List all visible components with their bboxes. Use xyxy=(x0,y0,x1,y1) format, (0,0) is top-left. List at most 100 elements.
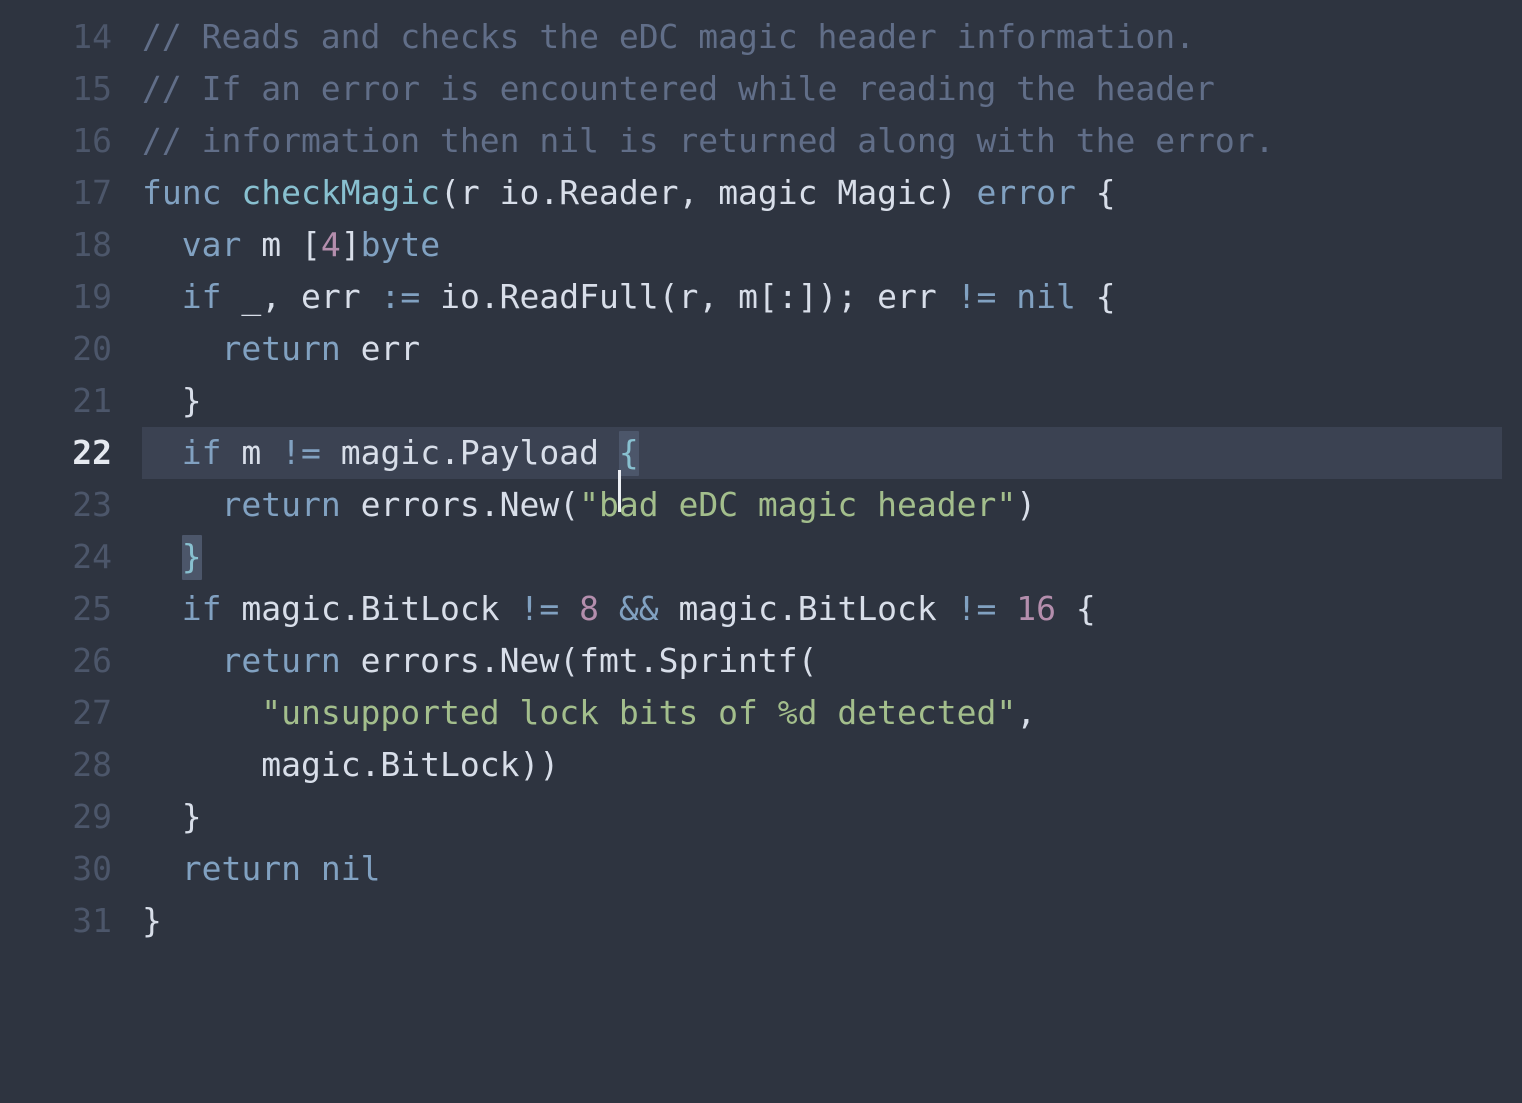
token-field-access: magic.BitLock)) xyxy=(261,745,560,784)
line-number: 29 xyxy=(72,797,112,836)
line-content[interactable]: if _, err := io.ReadFull(r, m[:]); err !… xyxy=(142,271,1116,323)
token-identifier: m xyxy=(241,225,301,264)
line-content[interactable]: return nil xyxy=(142,843,381,895)
line-content[interactable]: "unsupported lock bits of %d detected", xyxy=(142,687,1036,739)
token-comment: // Reads and checks the eDC magic header… xyxy=(142,17,1195,56)
line-number: 26 xyxy=(72,641,112,680)
line-number: 24 xyxy=(72,537,112,576)
token-brace-match-close: } xyxy=(181,535,202,580)
token-rbracket: ] xyxy=(340,225,361,264)
code-line[interactable]: 28 magic.BitLock)) xyxy=(0,739,1522,791)
token-call: errors.New( xyxy=(340,485,580,524)
token-operator-and: && xyxy=(618,589,659,628)
code-line[interactable]: 15 // If an error is encountered while r… xyxy=(0,63,1522,115)
line-number: 18 xyxy=(72,225,112,264)
token-number: 16 xyxy=(1016,589,1057,628)
token-signature: (r io.Reader, magic Magic) xyxy=(440,173,977,212)
code-line[interactable]: 30 return nil xyxy=(0,843,1522,895)
token-comma: , xyxy=(1016,693,1037,732)
token-brace: { xyxy=(1075,173,1116,212)
token-identifier: err xyxy=(340,329,421,368)
line-content[interactable]: func checkMagic(r io.Reader, magic Magic… xyxy=(142,167,1116,219)
token-keyword-func: func xyxy=(142,173,222,212)
line-content[interactable]: if m != magic.Payload { xyxy=(142,427,639,512)
code-line[interactable]: 16 // information then nil is returned a… xyxy=(0,115,1522,167)
token-operator-neq: != xyxy=(956,589,997,628)
line-number-active: 22 xyxy=(72,433,112,472)
token-brace: { xyxy=(1075,277,1116,316)
line-number: 31 xyxy=(72,901,112,940)
code-editor[interactable]: 14 // Reads and checks the eDC magic hea… xyxy=(0,0,1522,962)
token-string: "bad eDC magic header" xyxy=(579,485,1017,524)
token-keyword-return: return xyxy=(181,849,301,888)
token-keyword-return: return xyxy=(221,485,341,524)
line-content[interactable]: var m [4]byte xyxy=(142,219,440,271)
code-line[interactable]: 18 var m [4]byte xyxy=(0,219,1522,271)
code-line[interactable]: 23 return errors.New("bad eDC magic head… xyxy=(0,479,1522,531)
line-content[interactable]: return err xyxy=(142,323,420,375)
token-operator-assign: := xyxy=(380,277,421,316)
token-keyword-nil: nil xyxy=(1016,277,1076,316)
token-call-expression: io.ReadFull(r, m[:]); err xyxy=(420,277,957,316)
line-content[interactable]: // If an error is encountered while read… xyxy=(142,63,1215,115)
token-operator-neq: != xyxy=(519,589,560,628)
token-number: 8 xyxy=(579,589,600,628)
token-field-access: magic.Payload xyxy=(320,433,619,472)
code-line-active[interactable]: 22 if m != magic.Payload { xyxy=(0,427,1522,512)
token-keyword-return: return xyxy=(221,641,341,680)
line-number: 27 xyxy=(72,693,112,732)
code-line[interactable]: 27 "unsupported lock bits of %d detected… xyxy=(0,687,1522,739)
token-call: errors.New(fmt.Sprintf( xyxy=(340,641,818,680)
token-keyword-if: if xyxy=(181,589,222,628)
token-lbracket: [ xyxy=(300,225,321,264)
line-content[interactable]: magic.BitLock)) xyxy=(142,739,559,791)
line-number: 15 xyxy=(72,69,112,108)
line-content[interactable]: } xyxy=(142,895,162,947)
token-keyword-var: var xyxy=(181,225,242,264)
token-brace: } xyxy=(181,381,202,420)
line-content[interactable]: if magic.BitLock != 8 && magic.BitLock !… xyxy=(142,583,1096,635)
code-line[interactable]: 21 } xyxy=(0,375,1522,427)
code-line[interactable]: 26 return errors.New(fmt.Sprintf( xyxy=(0,635,1522,687)
code-line[interactable]: 14 // Reads and checks the eDC magic hea… xyxy=(0,11,1522,63)
line-content[interactable]: } xyxy=(142,531,202,583)
line-content[interactable]: return errors.New(fmt.Sprintf( xyxy=(142,635,818,687)
token-brace: { xyxy=(1056,589,1096,628)
token-identifiers: _, err xyxy=(221,277,381,316)
token-field-access: magic.BitLock xyxy=(221,589,520,628)
token-brace: } xyxy=(142,901,162,940)
line-content[interactable]: } xyxy=(142,375,202,427)
code-line[interactable]: 31 } xyxy=(0,895,1522,947)
line-content[interactable]: return errors.New("bad eDC magic header"… xyxy=(142,479,1036,531)
code-line[interactable]: 19 if _, err := io.ReadFull(r, m[:]); er… xyxy=(0,271,1522,323)
token-brace: } xyxy=(181,797,202,836)
token-paren: ) xyxy=(1016,485,1037,524)
line-content[interactable]: // information then nil is returned alon… xyxy=(142,115,1274,167)
line-number: 28 xyxy=(72,745,112,784)
code-line[interactable]: 29 } xyxy=(0,791,1522,843)
code-line[interactable]: 17 func checkMagic(r io.Reader, magic Ma… xyxy=(0,167,1522,219)
token-type-error: error xyxy=(976,173,1076,212)
line-content[interactable]: // Reads and checks the eDC magic header… xyxy=(142,11,1195,63)
code-lines: 14 // Reads and checks the eDC magic hea… xyxy=(0,11,1522,947)
code-line[interactable]: 20 return err xyxy=(0,323,1522,375)
token-keyword-if: if xyxy=(181,433,222,472)
token-keyword-return: return xyxy=(221,329,341,368)
line-number: 30 xyxy=(72,849,112,888)
token-type-byte: byte xyxy=(360,225,441,264)
code-line[interactable]: 25 if magic.BitLock != 8 && magic.BitLoc… xyxy=(0,583,1522,635)
line-content[interactable]: } xyxy=(142,791,202,843)
code-line[interactable]: 24 } xyxy=(0,531,1522,583)
